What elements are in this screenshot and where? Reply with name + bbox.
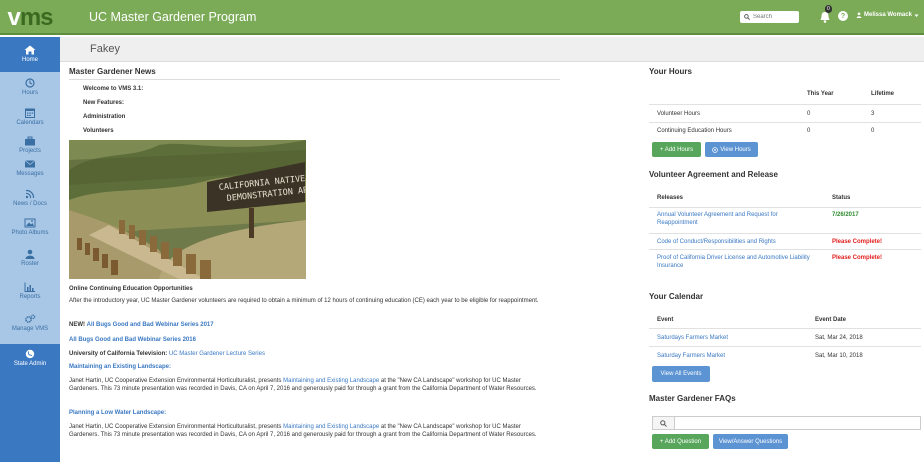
add-hours-button[interactable]: + Add Hours [652, 142, 701, 157]
add-question-button[interactable]: + Add Question [652, 434, 709, 449]
agreement-title: Volunteer Agreement and Release [649, 170, 778, 179]
page-title: Fakey [90, 43, 120, 55]
app-title: UC Master Gardener Program [89, 10, 257, 24]
maintaining-link[interactable]: Maintaining and Existing Landscape [283, 378, 379, 384]
planning-heading[interactable]: Planning a Low Water Landscape: [69, 410, 549, 418]
maintaining-heading[interactable]: Maintaining an Existing Landscape: [69, 364, 549, 372]
table-row: Saturday Farmers Market Sat, Mar 10, 201… [649, 346, 921, 364]
event-link[interactable]: Saturdays Farmers Market [657, 335, 728, 341]
webinar-2016-link[interactable]: All Bugs Good and Bad Webinar Series 201… [69, 337, 549, 345]
col-this-year: This Year [807, 91, 834, 97]
faq-search-input[interactable] [677, 418, 917, 428]
search-box[interactable] [740, 11, 799, 23]
volunteers-text: Volunteers [83, 128, 114, 134]
clock-icon [25, 78, 35, 88]
user-icon [856, 12, 862, 18]
uctv-link[interactable]: UC Master Gardener Lecture Series [169, 351, 265, 357]
rss-icon [25, 189, 35, 199]
news-photo: CALIFORNIA NATIVE PLANT DEMONSTRATION AR… [69, 140, 306, 279]
garden-photo: CALIFORNIA NATIVE PLANT DEMONSTRATION AR… [69, 140, 306, 279]
faq-search-addon [653, 417, 675, 429]
status-badge: Please Complete! [832, 255, 883, 261]
view-all-events-button[interactable]: View All Events [652, 366, 710, 382]
envelope-icon [24, 160, 36, 168]
table-row: Continuing Education Hours 0 0 [649, 122, 921, 140]
welcome-text: Welcome to VMS 3.1: [83, 86, 144, 92]
page-header: Fakey [60, 37, 924, 62]
table-row: Code of Conduct/Responsibilities and Rig… [649, 233, 921, 249]
planning-link[interactable]: Maintaining and Existing Landscape [283, 424, 379, 430]
col-releases: Releases [657, 195, 684, 201]
faq-search[interactable] [652, 416, 921, 430]
ce-text: After the introductory year, UC Master G… [69, 298, 539, 304]
uctv-line: University of California Television: UC … [69, 351, 549, 359]
col-event-date: Event Date [815, 317, 847, 323]
cogs-icon [25, 314, 36, 323]
view-answer-questions-button[interactable]: View/Answer Questions [713, 434, 788, 449]
sidebar-item-photo-albums[interactable]: Photo Albums [0, 218, 60, 248]
search-input[interactable] [753, 14, 797, 20]
search-icon [744, 14, 750, 20]
caret-down-icon [914, 14, 919, 17]
uctv-prefix: University of California Television: [69, 351, 168, 357]
status-badge: Please Complete! [832, 239, 883, 245]
agreement-table: Releases Status Annual Volunteer Agreeme… [649, 188, 921, 278]
webinar-2017-link[interactable]: All Bugs Good and Bad Webinar Series 201… [87, 322, 214, 328]
release-link[interactable]: Proof of California Driver License and A… [657, 255, 832, 270]
sidebar-item-state-admin[interactable]: State Admin [0, 344, 60, 462]
sidebar-item-hours[interactable]: Hours [0, 78, 60, 108]
sidebar-item-manage-vms[interactable]: Manage VMS [0, 314, 60, 344]
calendar-icon [25, 108, 35, 118]
sidebar-item-projects[interactable]: Projects [0, 131, 60, 161]
administration-text: Administration [83, 114, 126, 120]
user-menu[interactable]: Melissa Womack [856, 12, 919, 18]
bar-chart-icon [24, 282, 35, 292]
picture-icon [24, 218, 36, 228]
globe-icon [25, 349, 35, 359]
hours-table: This Year Lifetime Volunteer Hours 0 3 C… [649, 84, 921, 140]
user-icon [25, 249, 35, 259]
sidebar-item-messages[interactable]: Messages [0, 159, 60, 189]
col-status: Status [832, 195, 851, 201]
eye-icon [712, 146, 718, 153]
release-link[interactable]: Annual Volunteer Agreement and Request f… [657, 212, 817, 227]
briefcase-icon [25, 136, 35, 146]
release-link[interactable]: Code of Conduct/Responsibilities and Rig… [657, 239, 776, 245]
table-row: Saturdays Farmers Market Sat, Mar 24, 20… [649, 328, 921, 346]
user-name: Melissa Womack [864, 12, 912, 18]
search-icon [660, 419, 667, 427]
sidebar-item-roster[interactable]: Roster [0, 249, 60, 279]
home-icon [24, 45, 36, 55]
webinar-2017-line: NEW! All Bugs Good and Bad Webinar Serie… [69, 322, 549, 330]
sidebar-item-home[interactable]: Home [0, 37, 60, 72]
ce-heading: Online Continuing Education Opportunitie… [69, 286, 193, 292]
sidebar-item-reports[interactable]: Reports [0, 282, 60, 312]
divider [69, 79, 560, 80]
calendar-title: Your Calendar [649, 292, 704, 301]
planning-text: Janet Hartin, UC Cooperative Extension E… [69, 424, 537, 438]
table-row: Annual Volunteer Agreement and Request f… [649, 207, 921, 233]
faqs-title: Master Gardener FAQs [649, 394, 736, 403]
status-badge: 7/26/2017 [832, 212, 859, 218]
new-prefix: NEW! [69, 322, 85, 328]
event-link[interactable]: Saturday Farmers Market [657, 353, 725, 359]
help-icon[interactable]: ? [838, 11, 848, 21]
top-bar: vms UC Master Gardener Program 0 ? Melis… [0, 0, 924, 35]
table-row: Proof of California Driver License and A… [649, 249, 921, 275]
col-event: Event [657, 317, 674, 323]
calendar-table: Event Event Date Saturdays Farmers Marke… [649, 310, 921, 364]
hours-title: Your Hours [649, 67, 692, 76]
vms-logo[interactable]: v ms [0, 0, 60, 35]
col-lifetime: Lifetime [871, 91, 895, 97]
table-row: Volunteer Hours 0 3 [649, 104, 921, 122]
news-title: Master Gardener News [69, 67, 156, 76]
view-hours-button[interactable]: View Hours [705, 142, 758, 157]
sidebar-item-news-docs[interactable]: News / Docs [0, 189, 60, 219]
new-features-text: New Features: [83, 100, 125, 106]
maintaining-text: Janet Hartin, UC Cooperative Extension E… [69, 378, 537, 392]
notification-badge: 0 [825, 5, 832, 13]
